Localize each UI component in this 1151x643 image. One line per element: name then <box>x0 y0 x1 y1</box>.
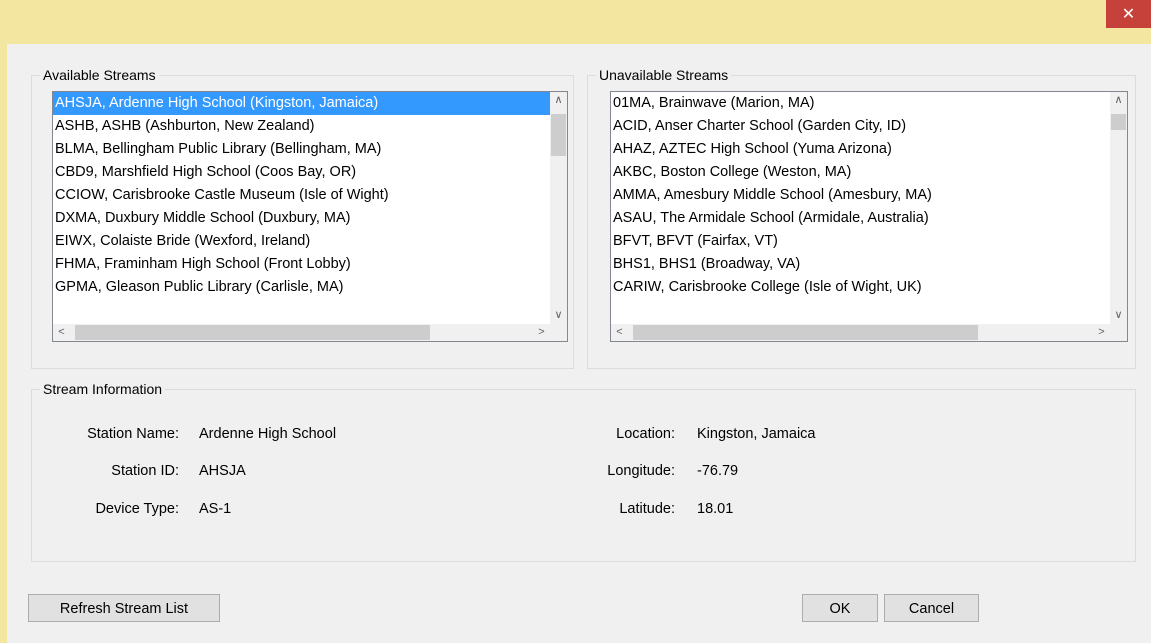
list-item[interactable]: EIWX, Colaiste Bride (Wexford, Ireland) <box>53 230 550 253</box>
station-id-value: AHSJA <box>199 463 246 479</box>
scroll-left-icon[interactable]: < <box>611 324 628 341</box>
list-item[interactable]: 01MA, Brainwave (Marion, MA) <box>611 92 1110 115</box>
unavailable-streams-items: 01MA, Brainwave (Marion, MA) ACID, Anser … <box>611 92 1110 299</box>
scroll-thumb[interactable] <box>551 114 566 156</box>
unavailable-vertical-scrollbar[interactable]: ∧ ∨ <box>1110 92 1127 324</box>
list-item[interactable]: ASHB, ASHB (Ashburton, New Zealand) <box>53 115 550 138</box>
unavailable-streams-group: Unavailable Streams 01MA, Brainwave (Mar… <box>587 66 1136 369</box>
latitude-value: 18.01 <box>697 501 734 517</box>
list-item[interactable]: FHMA, Framinham High School (Front Lobby… <box>53 253 550 276</box>
list-item[interactable]: DXMA, Duxbury Middle School (Duxbury, MA… <box>53 207 550 230</box>
stream-information-title: Stream Information <box>40 380 166 398</box>
dialog-client-area: Available Streams AHSJA, Ardenne High Sc… <box>7 44 1151 643</box>
longitude-label: Longitude: <box>607 463 675 479</box>
station-id-label: Station ID: <box>111 463 179 479</box>
available-streams-items: AHSJA, Ardenne High School (Kingston, Ja… <box>53 92 550 299</box>
location-label: Location: <box>616 426 675 442</box>
available-streams-list[interactable]: AHSJA, Ardenne High School (Kingston, Ja… <box>52 91 568 342</box>
scroll-right-icon[interactable]: > <box>533 324 550 341</box>
list-item[interactable]: AKBC, Boston College (Weston, MA) <box>611 161 1110 184</box>
list-item[interactable]: CARIW, Carisbrooke College (Isle of Wigh… <box>611 276 1110 299</box>
scroll-up-icon[interactable]: ∧ <box>550 92 567 109</box>
list-item[interactable]: AHAZ, AZTEC High School (Yuma Arizona) <box>611 138 1110 161</box>
close-icon: ✕ <box>1121 4 1136 23</box>
list-item[interactable]: BFVT, BFVT (Fairfax, VT) <box>611 230 1110 253</box>
list-item[interactable]: CCIOW, Carisbrooke Castle Museum (Isle o… <box>53 184 550 207</box>
list-item[interactable]: GPMA, Gleason Public Library (Carlisle, … <box>53 276 550 299</box>
longitude-value: -76.79 <box>697 463 739 479</box>
list-item[interactable]: ASAU, The Armidale School (Armidale, Aus… <box>611 207 1110 230</box>
unavailable-streams-list[interactable]: 01MA, Brainwave (Marion, MA) ACID, Anser … <box>610 91 1128 342</box>
available-horizontal-scrollbar[interactable]: < > <box>53 324 550 341</box>
scroll-right-icon[interactable]: > <box>1093 324 1110 341</box>
cancel-button[interactable]: Cancel <box>884 594 979 622</box>
station-name-label: Station Name: <box>87 426 179 442</box>
station-name-value: Ardenne High School <box>199 426 337 442</box>
scroll-thumb[interactable] <box>633 325 978 340</box>
available-streams-title: Available Streams <box>40 66 159 84</box>
list-item[interactable]: ACID, Anser Charter School (Garden City,… <box>611 115 1110 138</box>
list-item[interactable]: BLMA, Bellingham Public Library (Belling… <box>53 138 550 161</box>
scrollbar-corner <box>1110 324 1127 341</box>
available-vertical-scrollbar[interactable]: ∧ ∨ <box>550 92 567 324</box>
scrollbar-corner <box>550 324 567 341</box>
device-type-label: Device Type: <box>95 501 179 517</box>
list-item[interactable]: AMMA, Amesbury Middle School (Amesbury, … <box>611 184 1110 207</box>
unavailable-horizontal-scrollbar[interactable]: < > <box>611 324 1110 341</box>
available-streams-group: Available Streams AHSJA, Ardenne High Sc… <box>31 66 574 369</box>
scroll-up-icon[interactable]: ∧ <box>1110 92 1127 109</box>
scroll-down-icon[interactable]: ∨ <box>1110 307 1127 324</box>
close-button[interactable]: ✕ <box>1106 0 1151 28</box>
window-frame-left <box>0 0 7 643</box>
refresh-stream-list-button[interactable]: Refresh Stream List <box>28 594 220 622</box>
scroll-left-icon[interactable]: < <box>53 324 70 341</box>
list-item[interactable]: CBD9, Marshfield High School (Coos Bay, … <box>53 161 550 184</box>
stream-information-group: Stream Information Station Name: Ardenne… <box>31 380 1136 562</box>
window-titlebar[interactable] <box>0 0 1151 44</box>
ok-button[interactable]: OK <box>802 594 878 622</box>
scroll-thumb[interactable] <box>1111 114 1126 130</box>
scroll-down-icon[interactable]: ∨ <box>550 307 567 324</box>
latitude-label: Latitude: <box>619 501 675 517</box>
list-item[interactable]: AHSJA, Ardenne High School (Kingston, Ja… <box>53 92 550 115</box>
location-value: Kingston, Jamaica <box>697 426 816 442</box>
scroll-thumb[interactable] <box>75 325 430 340</box>
unavailable-streams-title: Unavailable Streams <box>596 66 732 84</box>
list-item[interactable]: BHS1, BHS1 (Broadway, VA) <box>611 253 1110 276</box>
device-type-value: AS-1 <box>199 501 232 517</box>
